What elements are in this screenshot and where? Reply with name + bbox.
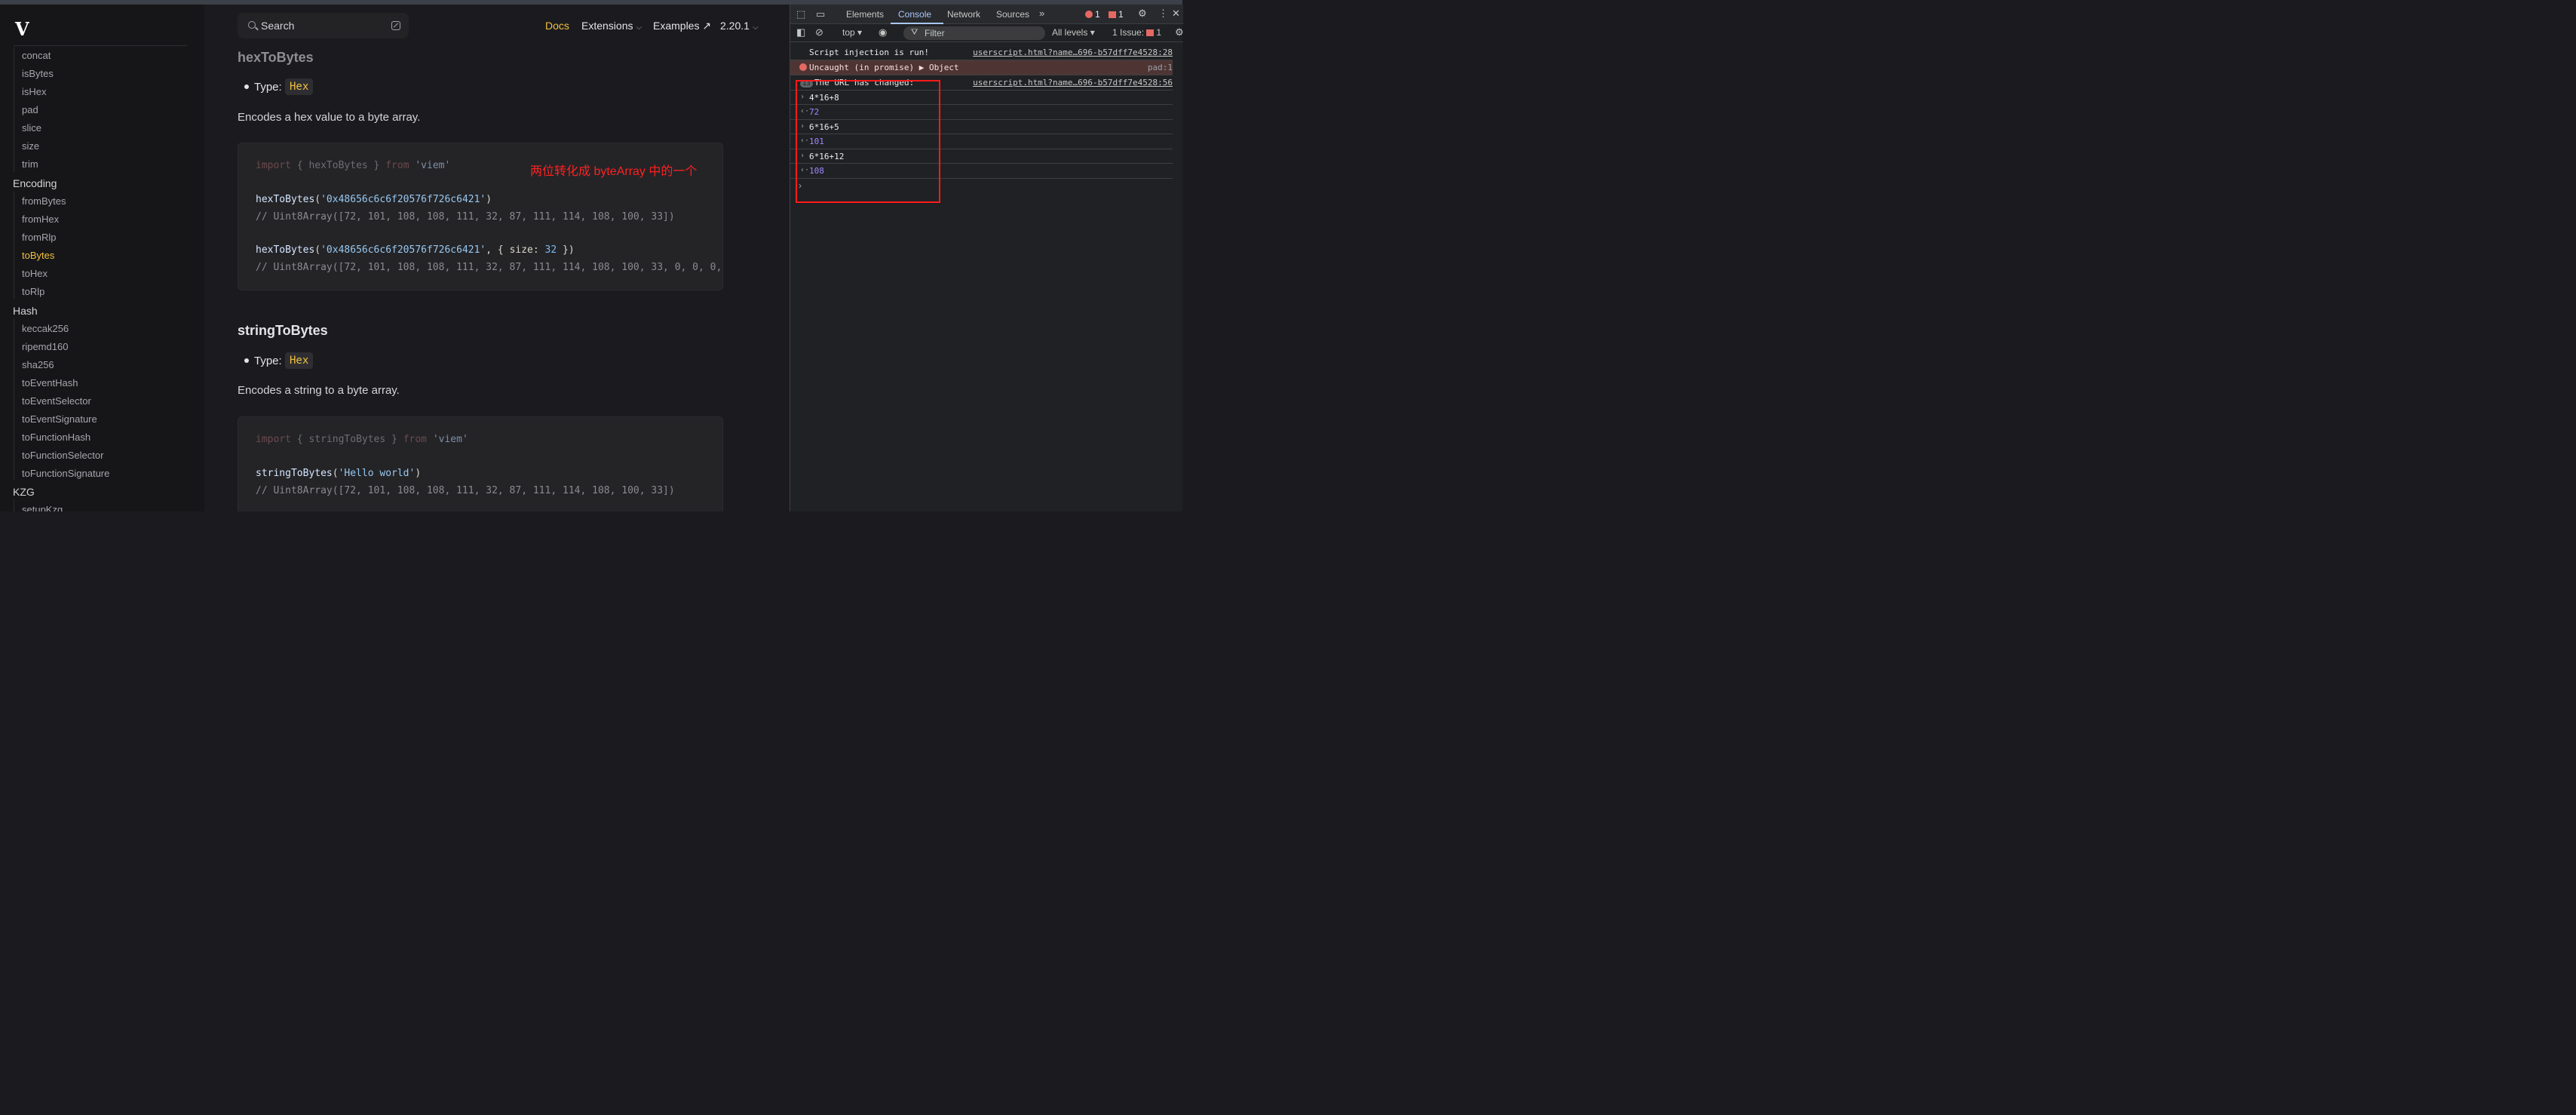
tab-network[interactable]: Network	[947, 9, 980, 20]
nav-extensions-label: Extensions	[581, 20, 633, 32]
issue-flag-icon	[1146, 29, 1155, 36]
more-tabs-icon[interactable]: »	[1039, 8, 1044, 19]
console-row-log[interactable]: Script injection is run! userscript.html?…	[790, 45, 1173, 60]
error-icon	[1085, 11, 1093, 18]
sidebar-item-torlp[interactable]: toRlp	[22, 286, 44, 297]
console-source-link[interactable]: pad:1	[1148, 63, 1173, 72]
clear-console-icon[interactable]: ⊘	[815, 26, 823, 38]
nav-docs[interactable]: Docs	[545, 20, 569, 32]
sidebar-item-toeventhash[interactable]: toEventHash	[22, 377, 78, 389]
sidebar-item-toeventselector[interactable]: toEventSelector	[22, 395, 91, 407]
console-row-error[interactable]: Uncaught (in promise) ▶ Object pad:1	[790, 60, 1173, 75]
sidebar-item-tobytes[interactable]: toBytes	[22, 250, 54, 261]
tab-sources[interactable]: Sources	[996, 9, 1029, 20]
code-line-comment2: // Uint8Array([72, 101, 108, 108, 111, 3…	[256, 262, 723, 273]
type-chip: Hex	[285, 78, 314, 95]
sidebar-item-sha256[interactable]: sha256	[22, 359, 54, 370]
handwritten-annotation: 两位转化成 byteArray 中的一个	[530, 165, 698, 178]
code-line-import: import { hexToBytes } from 'viem'	[256, 160, 451, 171]
nav-version-label: 2.20.1	[720, 20, 750, 32]
error-icon	[799, 63, 807, 71]
sidebar-item-setupkzg[interactable]: setupKzg	[22, 504, 63, 511]
sidebar-item-toeventsignature[interactable]: toEventSignature	[22, 413, 97, 425]
sidebar-group-hash[interactable]: Hash	[13, 305, 38, 317]
sidebar-group-encoding[interactable]: Encoding	[13, 177, 57, 189]
inspect-element-icon[interactable]: ⬚	[796, 8, 805, 20]
tab-elements[interactable]: Elements	[846, 9, 884, 20]
code-line-comment: // Uint8Array([72, 101, 108, 108, 111, 3…	[256, 485, 675, 496]
viem-logo[interactable]: V	[15, 18, 29, 40]
sidebar-item-fromhex[interactable]: fromHex	[22, 213, 59, 225]
issues-indicator[interactable]: 1 Issue: 1	[1112, 27, 1161, 38]
nav-examples[interactable]: Examples ↗	[653, 20, 711, 32]
error-count[interactable]: 1	[1085, 9, 1100, 20]
console-message-text: Script injection is run!	[809, 48, 929, 57]
type-label: Type:	[254, 81, 282, 94]
section-title-stringtobytes: stringToBytes	[238, 323, 328, 338]
section-description: Encodes a string to a byte array.	[238, 384, 400, 397]
section-title-hextobytes: hexToBytes	[238, 50, 314, 65]
sidebar-item-ishex[interactable]: isHex	[22, 86, 47, 97]
search-box[interactable]: Search	[238, 13, 409, 38]
type-label: Type:	[254, 355, 282, 367]
sidebar-item-size[interactable]: size	[22, 140, 39, 152]
code-line-call2: hexToBytes('0x48656c6c6f20576f726c6421',…	[256, 244, 575, 256]
live-expression-eye-icon[interactable]: ◉	[879, 26, 887, 38]
search-placeholder: Search	[261, 20, 295, 32]
search-icon	[248, 21, 256, 29]
console-settings-gear-icon[interactable]: ⚙	[1175, 26, 1184, 38]
filter-icon: ⛛	[911, 28, 918, 37]
sidebar-item-slice[interactable]: slice	[22, 122, 41, 134]
filter-input[interactable]: ⛛ Filter	[903, 26, 1045, 40]
sidebar: V concat isBytes isHex pad slice size trim Enco…	[0, 5, 204, 511]
settings-gear-icon[interactable]: ⚙	[1138, 8, 1147, 20]
bullet	[244, 358, 249, 363]
code-line-call1: hexToBytes('0x48656c6c6f20576f726c6421')	[256, 194, 492, 205]
annotation-highlight-box	[796, 80, 940, 203]
log-levels-dropdown[interactable]: All levels ▾	[1052, 27, 1095, 38]
device-toolbar-icon[interactable]: ▭	[816, 8, 825, 20]
chevron-down-icon: ⌵	[636, 23, 642, 32]
console-source-link[interactable]: userscript.html?name…696-b57dff7e4528:56	[973, 78, 1173, 88]
sidebar-item-tofunctionhash[interactable]: toFunctionHash	[22, 432, 90, 443]
main-content: Search Docs Extensions ⌵ Examples ↗ 2.20.…	[204, 5, 790, 511]
code-line-call: stringToBytes('Hello world')	[256, 468, 422, 479]
section-description: Encodes a hex value to a byte array.	[238, 111, 421, 124]
devtools-panel: ⬚ ▭ Elements Console Network Sources » 1…	[790, 5, 1184, 511]
issue-flag-icon	[1109, 11, 1116, 18]
sidebar-divider	[14, 45, 187, 46]
console-toolbar: ◧ ⊘ top ▾ ◉ ⛛ Filter All levels ▾ 1 Issu…	[790, 24, 1184, 42]
sidebar-item-tohex[interactable]: toHex	[22, 268, 48, 279]
context-selector[interactable]: top ▾	[842, 27, 862, 38]
sidebar-item-fromrlp[interactable]: fromRlp	[22, 232, 57, 243]
bullet	[244, 84, 249, 89]
console-message-text: Uncaught (in promise) ▶ Object	[809, 63, 959, 72]
sidebar-item-ripemd160[interactable]: ripemd160	[22, 341, 68, 352]
nav-version[interactable]: 2.20.1 ⌵	[720, 20, 759, 32]
type-chip: Hex	[285, 352, 314, 369]
sidebar-item-isbytes[interactable]: isBytes	[22, 68, 54, 79]
sidebar-item-trim[interactable]: trim	[22, 158, 38, 170]
shortcut-icon	[391, 21, 400, 30]
filter-placeholder: Filter	[925, 28, 945, 38]
code-block: import { stringToBytes } from 'viem' str…	[238, 416, 723, 511]
sidebar-group-kzg[interactable]: KZG	[13, 486, 35, 498]
sidebar-item-frombytes[interactable]: fromBytes	[22, 195, 66, 207]
code-line-comment1: // Uint8Array([72, 101, 108, 108, 111, 3…	[256, 211, 675, 223]
nav-extensions[interactable]: Extensions ⌵	[581, 20, 642, 32]
sidebar-toggle-icon[interactable]: ◧	[796, 26, 805, 38]
sidebar-item-keccak256[interactable]: keccak256	[22, 323, 69, 334]
more-options-icon[interactable]: ⋮	[1158, 8, 1168, 20]
devtools-tabbar: ⬚ ▭ Elements Console Network Sources » 1…	[790, 5, 1183, 24]
sidebar-item-tofunctionsignature[interactable]: toFunctionSignature	[22, 468, 109, 479]
close-icon[interactable]: ✕	[1172, 8, 1180, 20]
sidebar-item-concat[interactable]: concat	[22, 50, 51, 61]
tab-console[interactable]: Console	[898, 9, 931, 20]
console-source-link[interactable]: userscript.html?name…696-b57dff7e4528:28	[973, 48, 1173, 57]
sidebar-item-tofunctionselector[interactable]: toFunctionSelector	[22, 450, 103, 461]
issue-count[interactable]: 1	[1109, 9, 1124, 20]
sidebar-item-pad[interactable]: pad	[22, 104, 38, 115]
chevron-down-icon: ⌵	[752, 23, 759, 32]
code-line-import: import { stringToBytes } from 'viem'	[256, 434, 468, 445]
